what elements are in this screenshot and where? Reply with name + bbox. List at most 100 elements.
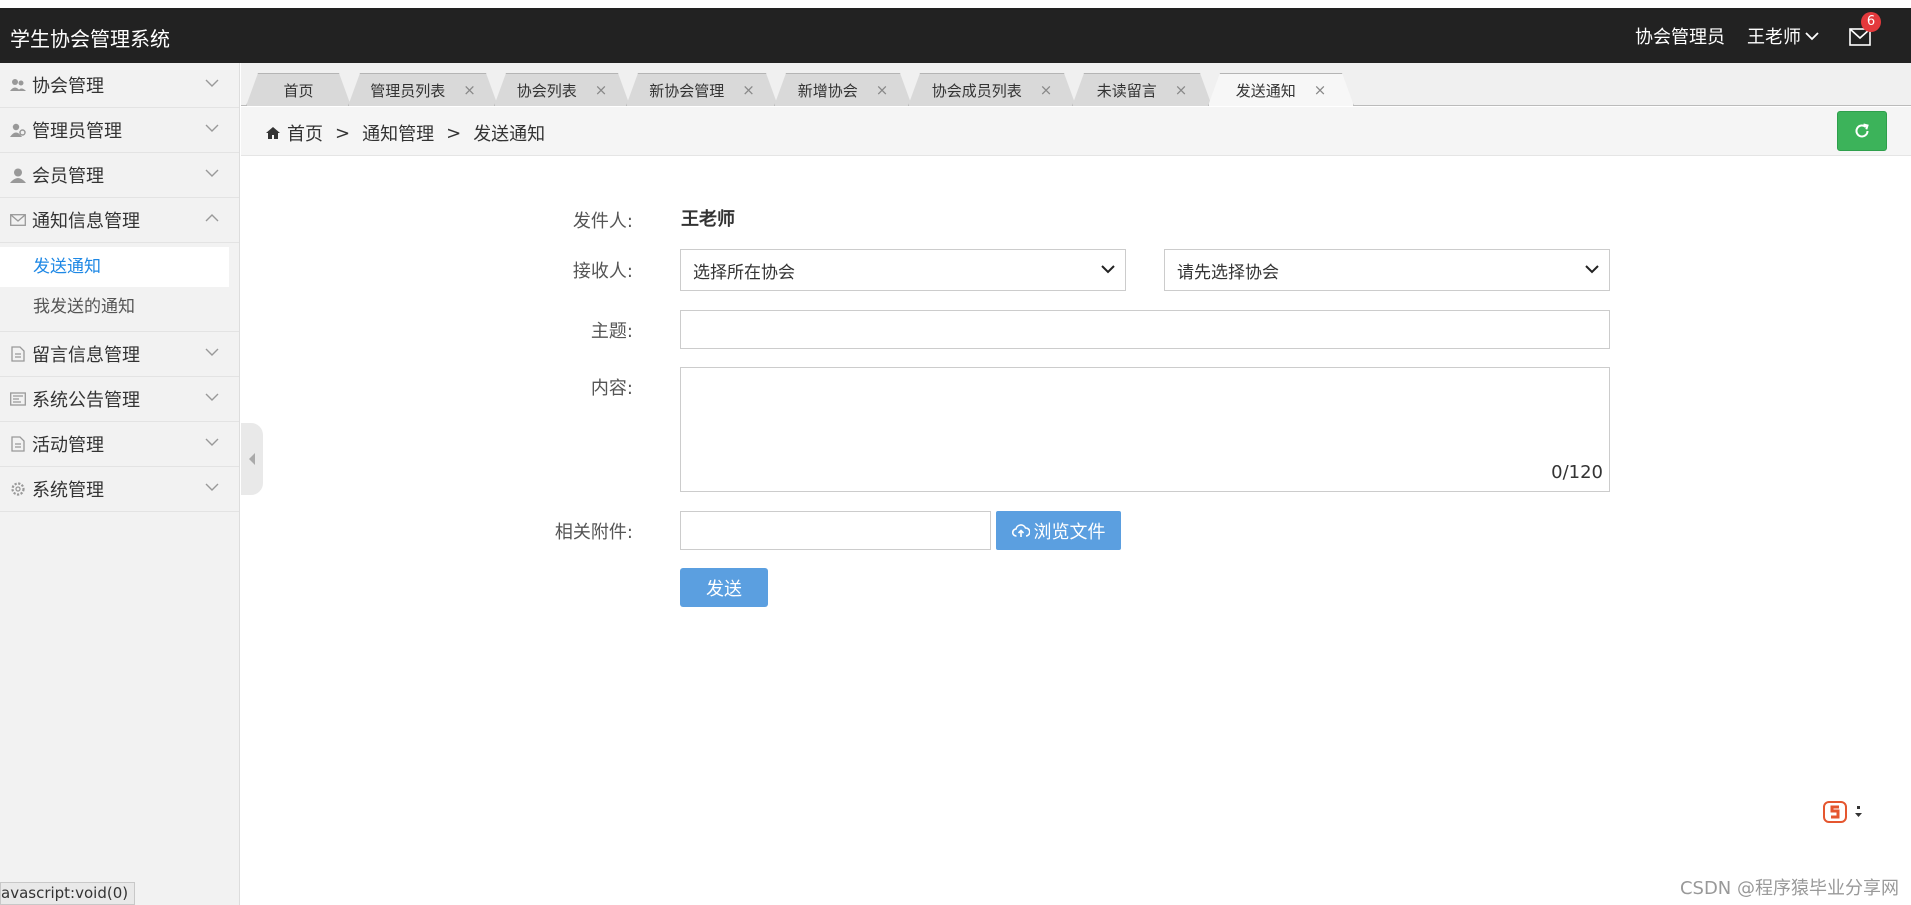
user-name: 王老师 <box>1747 26 1801 48</box>
chevron-down-icon <box>205 79 219 87</box>
tab-association-list[interactable]: 协会列表 × <box>494 73 630 106</box>
users-icon <box>10 77 26 93</box>
chevron-down-icon <box>205 124 219 132</box>
sidebar-item-announcement[interactable]: 系统公告管理 <box>0 377 239 422</box>
admin-icon <box>10 122 26 138</box>
sidebar-item-label: 系统管理 <box>32 480 104 501</box>
sidebar-item-label: 协会管理 <box>32 76 104 97</box>
chevron-down-icon <box>1101 265 1115 274</box>
tab-send-notice[interactable]: 发送通知 × <box>1208 73 1354 106</box>
breadcrumb-home[interactable]: 首页 <box>287 120 323 146</box>
chevron-down-icon <box>1585 265 1599 274</box>
member-select[interactable]: 请先选择协会 <box>1164 249 1610 291</box>
close-icon[interactable]: × <box>595 81 608 99</box>
sidebar-item-member[interactable]: 会员管理 <box>0 153 239 198</box>
breadcrumb-separator: > <box>446 122 462 144</box>
content-label: 内容: <box>590 378 633 399</box>
receiver-label: 接收人: <box>572 261 633 282</box>
sender-value: 王老师 <box>681 209 735 230</box>
tab-label: 未读留言 <box>1096 81 1157 100</box>
sidebar-item-label: 会员管理 <box>32 166 104 187</box>
sidebar-item-label: 管理员管理 <box>32 121 122 142</box>
sidebar-collapse-handle[interactable] <box>241 423 263 495</box>
tab-bar: 首页 管理员列表 × 协会列表 × 新协会管理 × 新增协会 × 协会成员列表 … <box>241 63 1911 106</box>
top-right-area: 协会管理员 王老师 6 <box>1635 8 1911 63</box>
sidebar-item-label: 通知信息管理 <box>32 211 140 232</box>
caret-left-icon <box>249 453 255 465</box>
mail-count-badge: 6 <box>1861 11 1881 32</box>
sidebar-item-admin[interactable]: 管理员管理 <box>0 108 239 153</box>
browser-status-bar: avascript:void(0) <box>0 882 136 905</box>
home-icon <box>266 127 280 139</box>
sidebar-item-system[interactable]: 系统管理 <box>0 467 239 512</box>
more-vertical-icon <box>1855 806 1862 817</box>
breadcrumb-separator: > <box>335 122 351 144</box>
send-button[interactable]: 发送 <box>680 568 768 607</box>
tab-label: 新协会管理 <box>649 81 725 100</box>
watermark: CSDN @程序猿毕业分享网 <box>1679 878 1899 899</box>
tab-label: 管理员列表 <box>370 81 446 100</box>
user-menu[interactable]: 王老师 <box>1747 23 1819 49</box>
refresh-icon <box>1855 123 1869 138</box>
tab-label: 新增协会 <box>797 81 858 100</box>
sogou-ime-icon <box>1823 801 1847 823</box>
close-icon[interactable]: × <box>876 81 889 99</box>
association-select-value: 选择所在协会 <box>693 262 795 283</box>
close-icon[interactable]: × <box>1175 81 1188 99</box>
tab-admin-list[interactable]: 管理员列表 × <box>348 73 498 106</box>
refresh-button[interactable] <box>1837 111 1887 151</box>
attachment-path-input[interactable] <box>680 511 991 550</box>
sidebar-item-notification[interactable]: 通知信息管理 <box>0 198 239 243</box>
cloud-upload-icon <box>1011 523 1030 537</box>
close-icon[interactable]: × <box>463 81 476 99</box>
breadcrumb-level1[interactable]: 通知管理 <box>362 120 434 146</box>
role-label: 协会管理员 <box>1635 26 1725 48</box>
attachment-label: 相关附件: <box>554 522 633 543</box>
tab-unread-messages[interactable]: 未读留言 × <box>1072 73 1212 106</box>
close-icon[interactable]: × <box>1314 81 1327 99</box>
tab-add-association[interactable]: 新增协会 × <box>774 73 912 106</box>
envelope-icon <box>10 212 26 228</box>
breadcrumb-current: 发送通知 <box>473 124 546 145</box>
close-icon[interactable]: × <box>1040 81 1053 99</box>
chevron-down-icon <box>205 393 219 401</box>
chevron-down-icon <box>205 483 219 491</box>
member-select-value: 请先选择协会 <box>1177 262 1279 283</box>
sidebar-item-association[interactable]: 协会管理 <box>0 63 239 108</box>
subject-input[interactable] <box>680 310 1610 349</box>
tab-home[interactable]: 首页 <box>246 73 351 106</box>
content-textarea[interactable]: 0/120 <box>680 367 1610 492</box>
ime-toolbar[interactable] <box>1822 800 1864 824</box>
sidebar-item-label: 系统公告管理 <box>32 390 140 411</box>
tab-label: 协会成员列表 <box>931 81 1022 100</box>
tab-label: 协会列表 <box>516 81 577 100</box>
subject-label: 主题: <box>590 321 633 342</box>
sender-label: 发件人: <box>572 211 633 232</box>
chevron-down-icon <box>1805 31 1819 40</box>
sidebar-item-messages[interactable]: 留言信息管理 <box>0 332 239 377</box>
chevron-down-icon <box>205 348 219 356</box>
association-select[interactable]: 选择所在协会 <box>680 249 1126 291</box>
sidebar: 协会管理 管理员管理 会员管理 通知信息管理 发送通知 我发送的通知 留言信息管… <box>0 63 240 905</box>
browse-file-button[interactable]: 浏览文件 <box>996 511 1121 550</box>
tab-association-members[interactable]: 协会成员列表 × <box>908 73 1076 106</box>
sidebar-item-label: 留言信息管理 <box>32 345 140 366</box>
char-counter: 0/120 <box>1551 462 1603 483</box>
sidebar-subitem-my-notices[interactable]: 我发送的通知 <box>0 287 229 327</box>
announcement-icon <box>10 391 26 407</box>
document-icon <box>10 436 26 452</box>
sidebar-item-label: 活动管理 <box>32 435 104 456</box>
tab-label: 发送通知 <box>1235 81 1296 100</box>
close-icon[interactable]: × <box>742 81 755 99</box>
tab-new-association-mgmt[interactable]: 新协会管理 × <box>626 73 778 106</box>
gear-icon <box>10 481 26 497</box>
mail-button[interactable]: 6 <box>1849 11 1881 48</box>
chevron-up-icon <box>205 214 219 222</box>
user-icon <box>10 167 26 183</box>
notification-submenu: 发送通知 我发送的通知 <box>0 243 239 332</box>
tab-label: 首页 <box>283 81 314 100</box>
breadcrumb: 首页 > 通知管理 > 发送通知 <box>265 120 545 146</box>
sidebar-item-activity[interactable]: 活动管理 <box>0 422 239 467</box>
sidebar-subitem-send-notice[interactable]: 发送通知 <box>0 247 229 287</box>
chevron-down-icon <box>205 169 219 177</box>
